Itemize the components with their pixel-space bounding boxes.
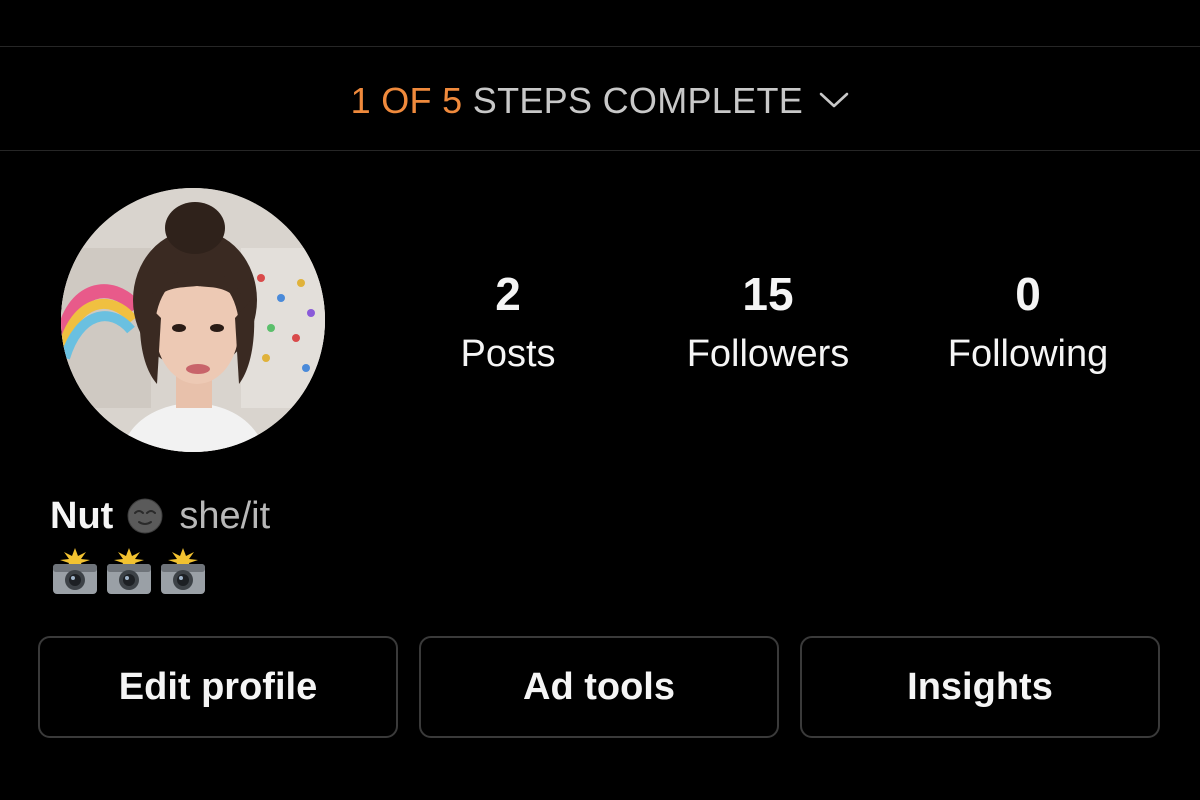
banner-divider [0, 150, 1200, 151]
display-name: Nut [50, 495, 114, 537]
steps-progress-count: 1 OF 5 [350, 80, 463, 121]
avatar[interactable] [61, 188, 325, 452]
chevron-down-icon [819, 75, 849, 119]
ad-tools-button[interactable]: Ad tools [419, 636, 779, 738]
followers-count-value: 15 [742, 268, 794, 320]
profile-setup-progress[interactable]: 1 OF 5 STEPS COMPLETE [0, 79, 1200, 125]
steps-progress-label: STEPS COMPLETE [462, 80, 804, 121]
followers-count[interactable]: 15 Followers [658, 268, 878, 376]
posts-count-label: Posts [460, 333, 556, 375]
top-divider [0, 46, 1200, 47]
following-count-label: Following [947, 333, 1109, 375]
posts-count[interactable]: 2 Posts [398, 268, 618, 376]
new-moon-with-face-icon [127, 498, 163, 534]
camera-with-flash-icon [107, 548, 151, 594]
insights-button[interactable]: Insights [800, 636, 1160, 738]
posts-count-value: 2 [495, 268, 521, 320]
following-count[interactable]: 0 Following [918, 268, 1138, 376]
camera-with-flash-icon [53, 548, 97, 594]
following-count-value: 0 [1015, 268, 1041, 320]
profile-name-row: Nut she/it [50, 494, 270, 538]
bio [50, 548, 208, 596]
pronouns: she/it [179, 495, 271, 537]
followers-count-label: Followers [686, 333, 850, 375]
edit-profile-button[interactable]: Edit profile [38, 636, 398, 738]
camera-with-flash-icon [161, 548, 205, 594]
